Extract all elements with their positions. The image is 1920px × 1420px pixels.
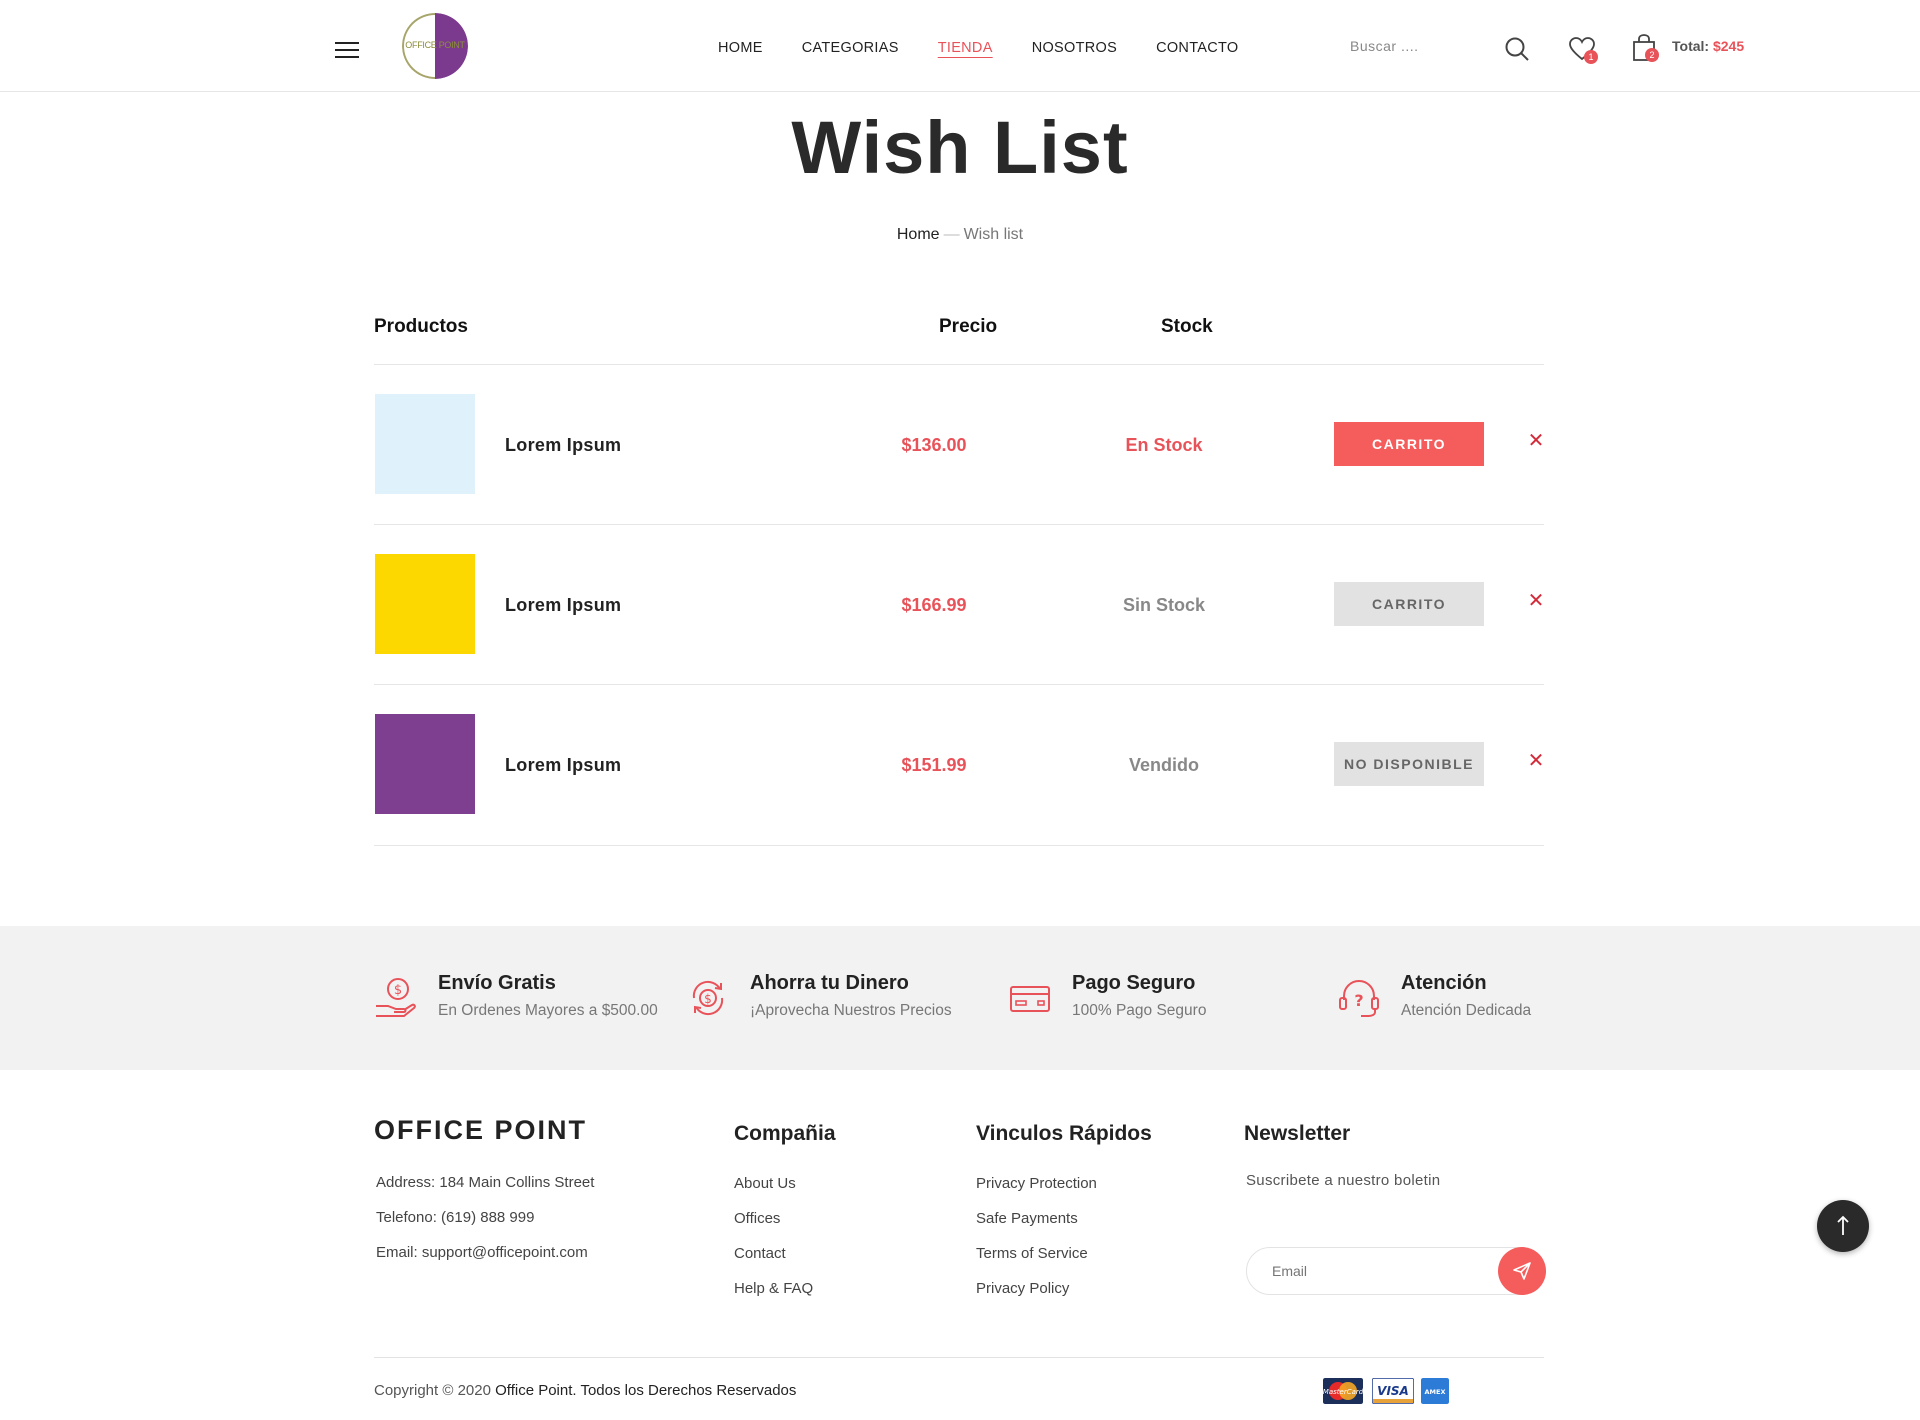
wishlist-row: Lorem Ipsum $166.99 Sin Stock CARRITO ✕ [374, 525, 1544, 685]
svg-text:AMEX: AMEX [1425, 1388, 1446, 1396]
footer-newsletter-title: Newsletter [1244, 1122, 1351, 1145]
product-thumbnail[interactable] [375, 554, 475, 654]
feature-subtitle: 100% Pago Seguro [1072, 1002, 1207, 1019]
footer-link-terms[interactable]: Terms of Service [976, 1245, 1088, 1262]
add-to-cart-button[interactable]: CARRITO [1334, 422, 1484, 466]
newsletter-send-button[interactable] [1498, 1247, 1546, 1295]
add-to-cart-button[interactable]: CARRITO [1334, 582, 1484, 626]
nav-tienda[interactable]: TIENDA [938, 40, 993, 56]
nav-home[interactable]: HOME [718, 40, 763, 56]
stock-status: Vendido [1128, 755, 1199, 775]
footer-divider [374, 1357, 1544, 1358]
column-header-price: Precio [939, 316, 998, 337]
menu-icon[interactable] [335, 42, 359, 58]
footer-email[interactable]: Email: support@officepoint.com [376, 1244, 588, 1261]
features-bar: $ Envío Gratis En Ordenes Mayores a $500… [0, 926, 1920, 1070]
search-icon[interactable] [1504, 36, 1530, 62]
money-cycle-icon: $ [692, 980, 724, 1016]
breadcrumb-separator: — [943, 226, 960, 243]
site-header: OFFICE POINT HOME CATEGORIAS TIENDA NOSO… [0, 0, 1920, 92]
footer-phone: Telefono: (619) 888 999 [376, 1209, 535, 1226]
footer-link-privacy-policy[interactable]: Privacy Policy [976, 1280, 1069, 1297]
stock-status: Sin Stock [1122, 595, 1206, 615]
product-name[interactable]: Lorem Ipsum [505, 755, 621, 776]
mastercard-icon: MasterCard [1323, 1378, 1363, 1404]
search-input[interactable]: Buscar .... [1350, 38, 1419, 54]
arrow-up-icon [1837, 1215, 1849, 1235]
feature-title: Pago Seguro [1072, 972, 1196, 994]
main-nav: HOME CATEGORIAS TIENDA NOSOTROS CONTACTO [718, 40, 1278, 56]
feature-title: Atención [1401, 972, 1487, 994]
footer-brand: OFFICE POINT [374, 1115, 587, 1145]
product-name[interactable]: Lorem Ipsum [505, 435, 621, 456]
breadcrumb-current: Wish list [963, 226, 1024, 243]
footer-link-help-faq[interactable]: Help & FAQ [734, 1280, 813, 1297]
cart-count-badge: 2 [1645, 48, 1659, 62]
svg-text:$: $ [704, 992, 712, 1006]
stock-status: En Stock [1125, 435, 1203, 455]
table-divider [374, 845, 1544, 846]
footer-company-title: Compañia [734, 1122, 836, 1145]
product-thumbnail[interactable] [375, 714, 475, 814]
remove-icon[interactable]: ✕ [1526, 431, 1546, 451]
column-header-stock: Stock [1161, 316, 1213, 337]
svg-text:?: ? [1354, 991, 1363, 1010]
footer-address: Address: 184 Main Collins Street [376, 1174, 595, 1191]
hand-dollar-icon: $ [376, 978, 416, 1017]
credit-card-icon [1010, 986, 1050, 1012]
svg-text:$: $ [394, 983, 402, 998]
breadcrumb: Home — Wish list [0, 226, 1920, 244]
remove-icon[interactable]: ✕ [1526, 591, 1546, 611]
nav-nosotros[interactable]: NOSOTROS [1032, 40, 1117, 56]
logo[interactable]: OFFICE POINT [402, 13, 468, 79]
visa-icon: VISA [1372, 1378, 1414, 1404]
wishlist-row: Lorem Ipsum $151.99 Vendido NO DISPONIBL… [374, 685, 1544, 845]
wishlist-count-badge: 1 [1584, 50, 1598, 64]
cart-total[interactable]: Total: $245 [1672, 38, 1744, 54]
newsletter-subtitle: Suscribete a nuestro boletin [1246, 1172, 1441, 1189]
unavailable-button[interactable]: NO DISPONIBLE [1334, 742, 1484, 786]
headset-question-icon: ? [1339, 980, 1379, 1017]
footer-quick-links-title: Vinculos Rápidos [976, 1122, 1152, 1145]
remove-icon[interactable]: ✕ [1526, 751, 1546, 771]
footer-link-offices[interactable]: Offices [734, 1210, 780, 1227]
footer-link-contact[interactable]: Contact [734, 1245, 786, 1262]
product-price: $151.99 [901, 755, 967, 775]
amex-icon: AMEX [1421, 1378, 1449, 1404]
footer-link-about-us[interactable]: About Us [734, 1175, 796, 1192]
copyright: Copyright © 2020 Office Point. Todos los… [374, 1382, 797, 1399]
product-price: $136.00 [901, 435, 967, 455]
scroll-to-top-button[interactable] [1817, 1200, 1869, 1252]
product-name[interactable]: Lorem Ipsum [505, 595, 621, 616]
feature-subtitle: ¡Aprovecha Nuestros Precios [750, 1002, 952, 1019]
feature-subtitle: En Ordenes Mayores a $500.00 [438, 1002, 658, 1019]
svg-text:MasterCard: MasterCard [1323, 1388, 1363, 1396]
wishlist-row: Lorem Ipsum $136.00 En Stock CARRITO ✕ [374, 365, 1544, 525]
page-title: Wish List [791, 106, 1129, 189]
product-price: $166.99 [901, 595, 967, 615]
nav-categorias[interactable]: CATEGORIAS [802, 40, 899, 56]
send-icon [1513, 1262, 1531, 1280]
column-header-products: Productos [374, 316, 468, 337]
svg-text:VISA: VISA [1377, 1384, 1409, 1398]
feature-subtitle: Atención Dedicada [1401, 1002, 1532, 1019]
nav-contacto[interactable]: CONTACTO [1156, 40, 1238, 56]
feature-title: Envío Gratis [438, 972, 556, 994]
footer-link-safe-payments[interactable]: Safe Payments [976, 1210, 1078, 1227]
product-thumbnail[interactable] [375, 394, 475, 494]
feature-title: Ahorra tu Dinero [750, 972, 909, 994]
footer-link-privacy-protection[interactable]: Privacy Protection [976, 1175, 1097, 1192]
breadcrumb-home[interactable]: Home [897, 226, 940, 243]
